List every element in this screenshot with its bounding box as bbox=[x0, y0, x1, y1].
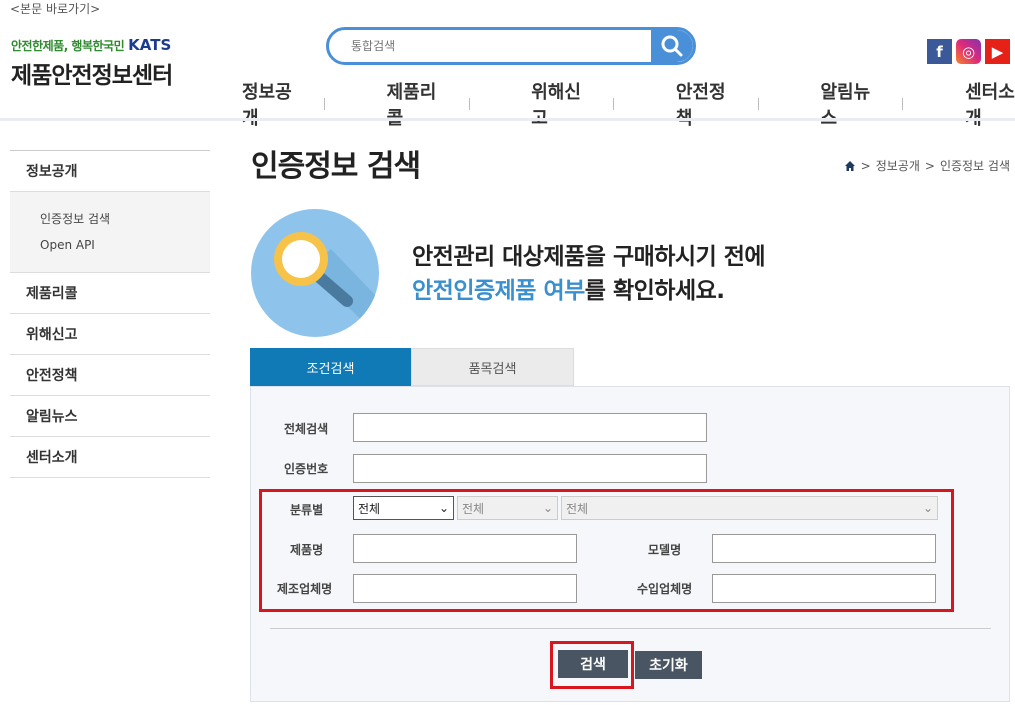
hero-message: 안전관리 대상제품을 구매하시기 전에 안전인증제품 여부를 확인하세요. bbox=[412, 240, 766, 308]
gnb-separator bbox=[468, 98, 470, 110]
youtube-icon[interactable]: ▶ bbox=[985, 39, 1010, 64]
chevron-down-icon: ⌄ bbox=[542, 501, 553, 515]
gnb-item-safety-policy[interactable]: 안전정책 bbox=[676, 78, 726, 130]
search-button[interactable] bbox=[651, 30, 693, 62]
importer-label: 수입업체명 bbox=[637, 582, 693, 596]
tab-item-search[interactable]: 품목검색 bbox=[411, 348, 574, 386]
sidebar-item-news[interactable]: 알림뉴스 bbox=[10, 396, 210, 437]
slogan-text: 안전한제품, 행복한국민 bbox=[11, 38, 125, 53]
breadcrumb-separator: > bbox=[924, 158, 935, 173]
cert-no-label: 인증번호 bbox=[284, 462, 329, 476]
gnb-separator bbox=[323, 98, 325, 110]
sidebar-item-info[interactable]: 정보공개 bbox=[10, 151, 210, 192]
instagram-icon[interactable]: ◎ bbox=[956, 39, 981, 64]
skip-to-content-link[interactable]: <본문 바로가기> bbox=[10, 0, 100, 17]
page-title: 인증정보 검색 bbox=[251, 149, 421, 184]
site-logo[interactable]: 안전한제품, 행복한국민 KATS 제품안전정보센터 bbox=[11, 36, 173, 90]
magnifier-illustration bbox=[251, 209, 379, 337]
chevron-down-icon: ⌄ bbox=[922, 501, 933, 515]
form-divider bbox=[270, 628, 991, 629]
sidebar: 정보공개 인증정보 검색 Open API 제품리콜 위해신고 안전정책 알림뉴… bbox=[10, 150, 210, 478]
category-select-3-value: 전체 bbox=[566, 501, 589, 516]
breadcrumb-level2: 인증정보 검색 bbox=[939, 159, 1010, 173]
sns-links: f ◎ ▶ bbox=[927, 39, 1010, 64]
model-name-label: 모델명 bbox=[648, 543, 682, 557]
search-icon bbox=[661, 35, 683, 57]
gnb-item-recall[interactable]: 제품리콜 bbox=[387, 78, 437, 130]
breadcrumb: > 정보공개 > 인증정보 검색 bbox=[844, 157, 1010, 174]
category-select-1[interactable]: 전체 ⌄ bbox=[353, 496, 454, 520]
kats-logo: KATS bbox=[128, 36, 172, 54]
sidebar-subitem-cert-search[interactable]: 인증정보 검색 bbox=[40, 206, 210, 232]
cert-no-input[interactable] bbox=[353, 454, 707, 483]
product-name-input[interactable] bbox=[353, 534, 577, 563]
breadcrumb-separator: > bbox=[860, 158, 871, 173]
sidebar-item-safety-policy[interactable]: 안전정책 bbox=[10, 355, 210, 396]
home-icon[interactable] bbox=[844, 160, 856, 172]
hero-line1: 안전관리 대상제품을 구매하시기 전에 bbox=[412, 244, 766, 270]
category-label: 분류별 bbox=[290, 503, 324, 517]
gnb-item-info[interactable]: 정보공개 bbox=[242, 78, 292, 130]
sidebar-subitem-open-api[interactable]: Open API bbox=[40, 232, 210, 258]
gnb-separator bbox=[757, 98, 759, 110]
category-select-3[interactable]: 전체 ⌄ bbox=[561, 496, 938, 520]
sidebar-item-about[interactable]: 센터소개 bbox=[10, 437, 210, 478]
hero-line2: 안전인증제품 여부를 확인하세요. bbox=[412, 274, 765, 308]
sidebar-submenu: 인증정보 검색 Open API bbox=[10, 192, 210, 273]
hero-highlight: 안전인증제품 여부 bbox=[412, 278, 585, 304]
gnb-separator bbox=[613, 98, 614, 110]
category-select-1-value: 전체 bbox=[358, 501, 381, 516]
header-divider bbox=[0, 118, 1015, 121]
importer-input[interactable] bbox=[712, 574, 936, 603]
manufacturer-input[interactable] bbox=[353, 574, 577, 603]
all-search-input[interactable] bbox=[353, 413, 707, 442]
search-tabs: 조건검색 품목검색 bbox=[250, 348, 574, 386]
gnb-item-hazard-report[interactable]: 위해신고 bbox=[531, 78, 581, 130]
product-name-label: 제품명 bbox=[290, 543, 324, 557]
all-search-label: 전체검색 bbox=[284, 422, 329, 436]
sidebar-item-hazard-report[interactable]: 위해신고 bbox=[10, 314, 210, 355]
global-search bbox=[326, 27, 696, 65]
search-submit-button[interactable]: 검색 bbox=[558, 650, 628, 678]
reset-button[interactable]: 초기화 bbox=[635, 651, 702, 679]
hero-line2-rest: 를 확인하세요. bbox=[584, 278, 725, 304]
chevron-down-icon: ⌄ bbox=[438, 501, 449, 515]
model-name-input[interactable] bbox=[712, 534, 936, 563]
gnb-item-news[interactable]: 알림뉴스 bbox=[821, 78, 871, 130]
main-navigation: 정보공개 제품리콜 위해신고 안전정책 알림뉴스 센터소개 bbox=[242, 78, 1015, 130]
gnb-separator bbox=[902, 98, 904, 110]
facebook-icon[interactable]: f bbox=[927, 39, 952, 64]
manufacturer-label: 제조업체명 bbox=[277, 582, 333, 596]
site-name: 제품안전정보센터 bbox=[11, 63, 173, 89]
category-select-2-value: 전체 bbox=[462, 501, 485, 516]
global-search-input[interactable] bbox=[329, 30, 649, 62]
tab-condition-search[interactable]: 조건검색 bbox=[250, 348, 411, 386]
logo-slogan: 안전한제품, 행복한국민 KATS bbox=[11, 36, 172, 54]
gnb-item-about[interactable]: 센터소개 bbox=[965, 78, 1015, 130]
sidebar-item-recall[interactable]: 제품리콜 bbox=[10, 273, 210, 314]
breadcrumb-level1[interactable]: 정보공개 bbox=[876, 157, 920, 174]
category-select-2[interactable]: 전체 ⌄ bbox=[457, 496, 558, 520]
